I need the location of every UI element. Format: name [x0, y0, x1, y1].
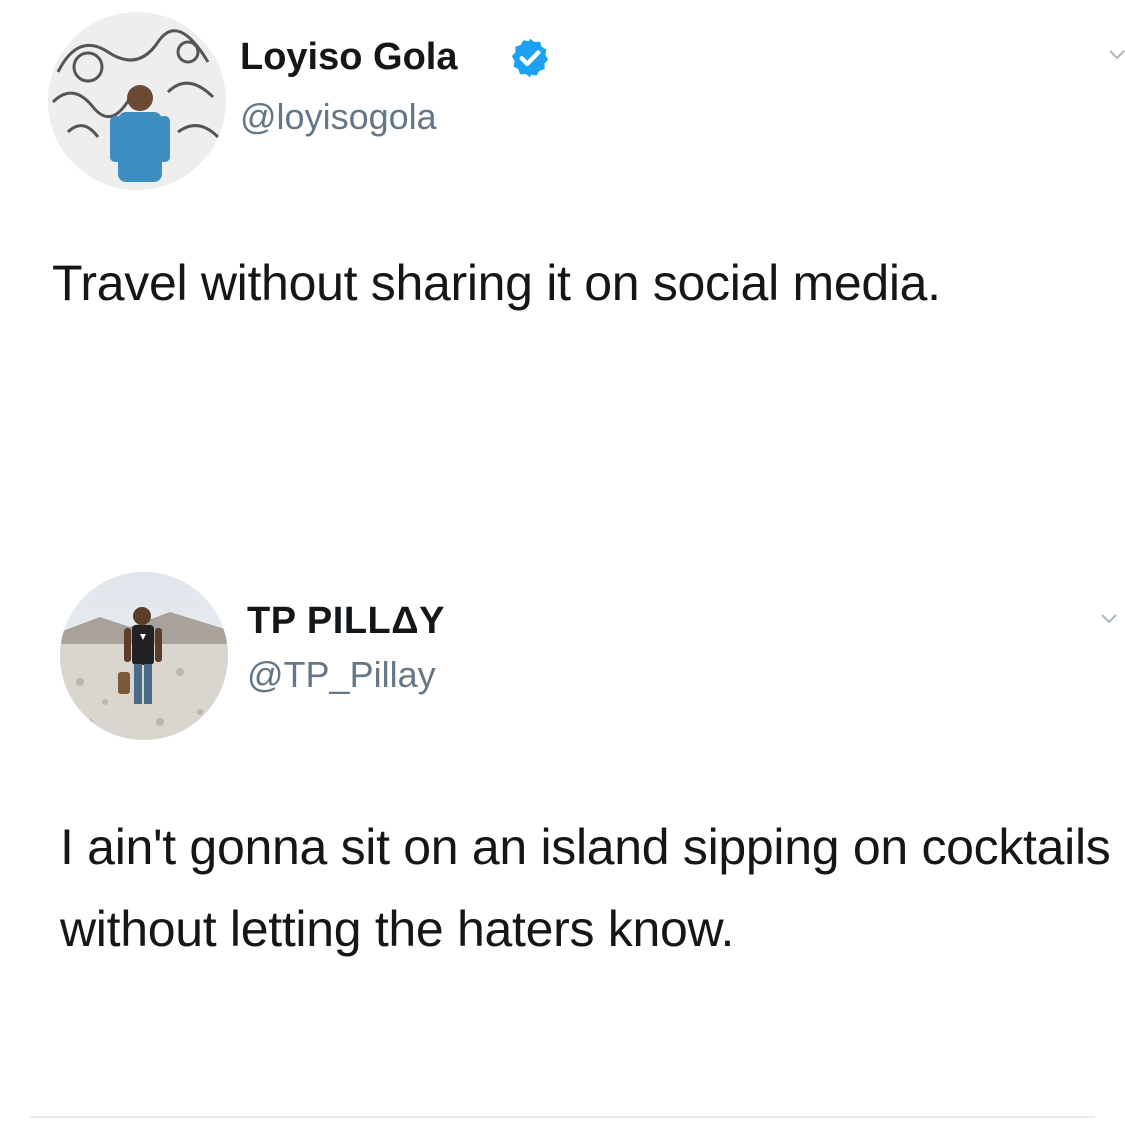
display-name[interactable]: TP PILLΔY — [247, 600, 445, 643]
chevron-down-icon[interactable] — [1100, 612, 1118, 626]
avatar[interactable] — [60, 572, 228, 740]
tweet-text: I ain't gonna sit on an island sipping o… — [60, 819, 1111, 957]
tweet-card: TP PILLΔY @TP_Pillay I ain't gonna sit o… — [0, 0, 1125, 957]
handle[interactable]: @TP_Pillay — [247, 654, 436, 696]
profile-photo-icon — [60, 572, 228, 740]
divider — [30, 1116, 1095, 1118]
